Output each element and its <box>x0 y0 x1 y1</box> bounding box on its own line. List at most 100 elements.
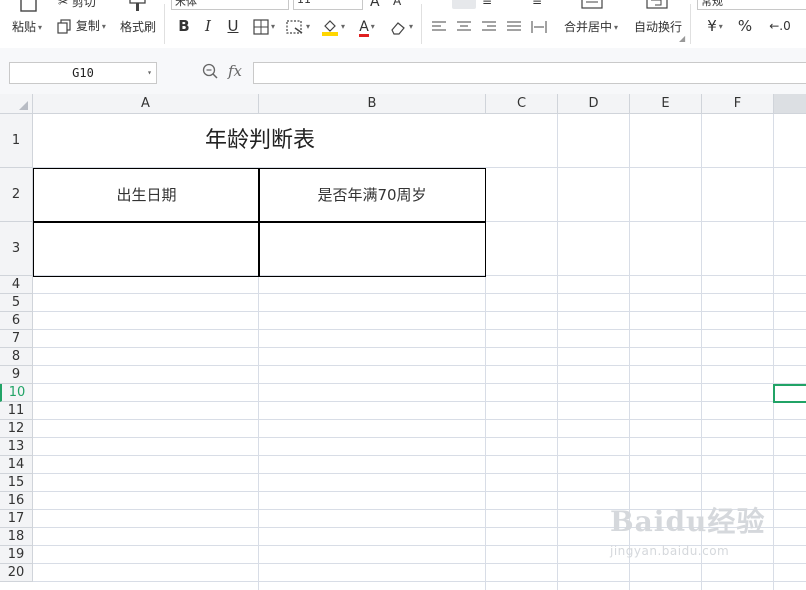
gridline <box>33 311 806 312</box>
borders-button[interactable]: ▾ <box>250 16 278 36</box>
cell-style-button[interactable]: ▾ <box>283 16 313 36</box>
gridline <box>33 419 806 420</box>
active-cell-selection[interactable] <box>773 384 806 403</box>
row-header-1[interactable]: 1 <box>0 114 33 168</box>
cell-b3[interactable] <box>258 221 486 277</box>
align-center-icon[interactable] <box>455 16 473 36</box>
paste-button[interactable]: 粘贴 ▾ <box>12 18 42 35</box>
row-header-9[interactable]: 9 <box>0 366 33 384</box>
bold-button[interactable]: B <box>175 16 193 36</box>
gridline <box>33 437 806 438</box>
column-header-c[interactable]: C <box>486 94 558 114</box>
justify-icon[interactable] <box>505 16 523 36</box>
dialog-launcher-icon[interactable]: ◢ <box>679 34 685 43</box>
column-header-b[interactable]: B <box>259 94 486 114</box>
currency-button[interactable]: ¥ ▾ <box>702 16 728 36</box>
clear-button[interactable]: ▾ <box>386 16 416 36</box>
row-header-12[interactable]: 12 <box>0 420 33 438</box>
paste-icon[interactable] <box>18 0 40 14</box>
zoom-icon[interactable] <box>202 63 218 83</box>
format-painter-button[interactable]: 格式刷 <box>120 18 156 35</box>
align-right-icon[interactable] <box>480 16 498 36</box>
row-header-15[interactable]: 15 <box>0 474 33 492</box>
row-header-7[interactable]: 7 <box>0 330 33 348</box>
row-header-6[interactable]: 6 <box>0 312 33 330</box>
gridline <box>33 455 806 456</box>
fill-color-button[interactable]: ▾ <box>318 16 348 36</box>
header-birth-date: 出生日期 <box>116 186 177 204</box>
row-header-20[interactable]: 20 <box>0 564 33 582</box>
name-box-value: G10 <box>72 66 94 80</box>
font-name-value: 宋体 <box>175 0 197 8</box>
cell-a3[interactable] <box>33 221 260 277</box>
ribbon-divider <box>690 4 691 44</box>
format-painter-icon[interactable] <box>128 0 148 15</box>
gridline <box>701 114 702 590</box>
row-header-19[interactable]: 19 <box>0 546 33 564</box>
row-header-14[interactable]: 14 <box>0 456 33 474</box>
align-middle-icon[interactable]: ≡ <box>482 0 492 8</box>
number-format-select[interactable]: 常规 <box>697 0 806 10</box>
column-header-f[interactable]: F <box>702 94 774 114</box>
gridline <box>629 114 630 590</box>
row-header-18[interactable]: 18 <box>0 528 33 546</box>
gridline <box>33 563 806 564</box>
increase-font-icon[interactable]: A <box>370 0 380 10</box>
wrap-text-button[interactable]: 自动换行 <box>634 18 682 35</box>
formula-input[interactable] <box>253 62 806 84</box>
font-name-select[interactable]: 宋体 <box>171 0 289 10</box>
gridline <box>33 365 806 366</box>
percent-button[interactable]: % <box>735 16 755 36</box>
gridline <box>33 545 806 546</box>
cut-icon: ✂ <box>58 0 69 9</box>
row-header-11[interactable]: 11 <box>0 402 33 420</box>
cut-button[interactable]: ✂ 剪切 <box>58 0 96 10</box>
merge-center-icon[interactable] <box>581 0 603 12</box>
row-header-4[interactable]: 4 <box>0 276 33 294</box>
ribbon-divider <box>421 4 422 44</box>
column-header-d[interactable]: D <box>558 94 630 114</box>
column-header-e[interactable]: E <box>630 94 702 114</box>
merge-center-button[interactable]: 合并居中 ▾ <box>564 18 618 35</box>
row-header-16[interactable]: 16 <box>0 492 33 510</box>
fill-color-icon <box>321 19 338 36</box>
gridline <box>773 114 774 590</box>
ribbon-toolbar: 粘贴▾ ✂ 剪切 复制▾ 格式刷 宋体 11 A A B I U ▾ ▾ ▾ A… <box>0 0 806 49</box>
row-header-8[interactable]: 8 <box>0 348 33 366</box>
underline-button[interactable]: U <box>224 16 242 36</box>
number-format-value: 常规 <box>701 0 723 8</box>
gridline <box>33 329 806 330</box>
select-all-corner[interactable] <box>0 94 33 114</box>
row-header-3[interactable]: 3 <box>0 222 33 276</box>
row-header-2[interactable]: 2 <box>0 168 33 222</box>
row-header-13[interactable]: 13 <box>0 438 33 456</box>
paste-label: 粘贴 <box>12 20 37 34</box>
wrap-text-icon[interactable] <box>646 0 668 12</box>
font-size-select[interactable]: 11 <box>293 0 363 10</box>
align-top-icon[interactable] <box>452 0 476 9</box>
gridline <box>33 527 806 528</box>
distributed-icon[interactable] <box>530 16 548 36</box>
chevron-down-icon[interactable]: ▾ <box>147 63 152 83</box>
decimal-icon[interactable]: ←.0 <box>760 16 800 36</box>
gridline <box>33 581 806 582</box>
column-header-a[interactable]: A <box>33 94 259 114</box>
row-header-10[interactable]: 10 <box>0 384 33 402</box>
name-box[interactable]: G10 ▾ <box>9 62 157 84</box>
row-header-5[interactable]: 5 <box>0 294 33 312</box>
font-color-icon: A <box>359 19 369 37</box>
gridline <box>33 509 806 510</box>
row-header-17[interactable]: 17 <box>0 510 33 528</box>
italic-button[interactable]: I <box>200 16 216 36</box>
align-left-icon[interactable] <box>430 16 448 36</box>
decrease-font-icon[interactable]: A <box>393 0 401 8</box>
align-bottom-icon[interactable]: ≡ <box>532 0 542 8</box>
copy-button[interactable]: 复制 ▾ <box>56 17 106 35</box>
fx-icon[interactable]: fx <box>228 62 242 80</box>
column-header-g[interactable] <box>774 94 806 114</box>
ribbon-divider <box>164 4 165 44</box>
copy-label: 复制 <box>75 19 100 33</box>
font-color-button[interactable]: A ▾ <box>352 16 382 37</box>
borders-icon <box>253 18 269 35</box>
spreadsheet-grid: A B C D E F 1 2 3 4 5 6 7 8 9 10 11 12 1… <box>0 94 806 590</box>
